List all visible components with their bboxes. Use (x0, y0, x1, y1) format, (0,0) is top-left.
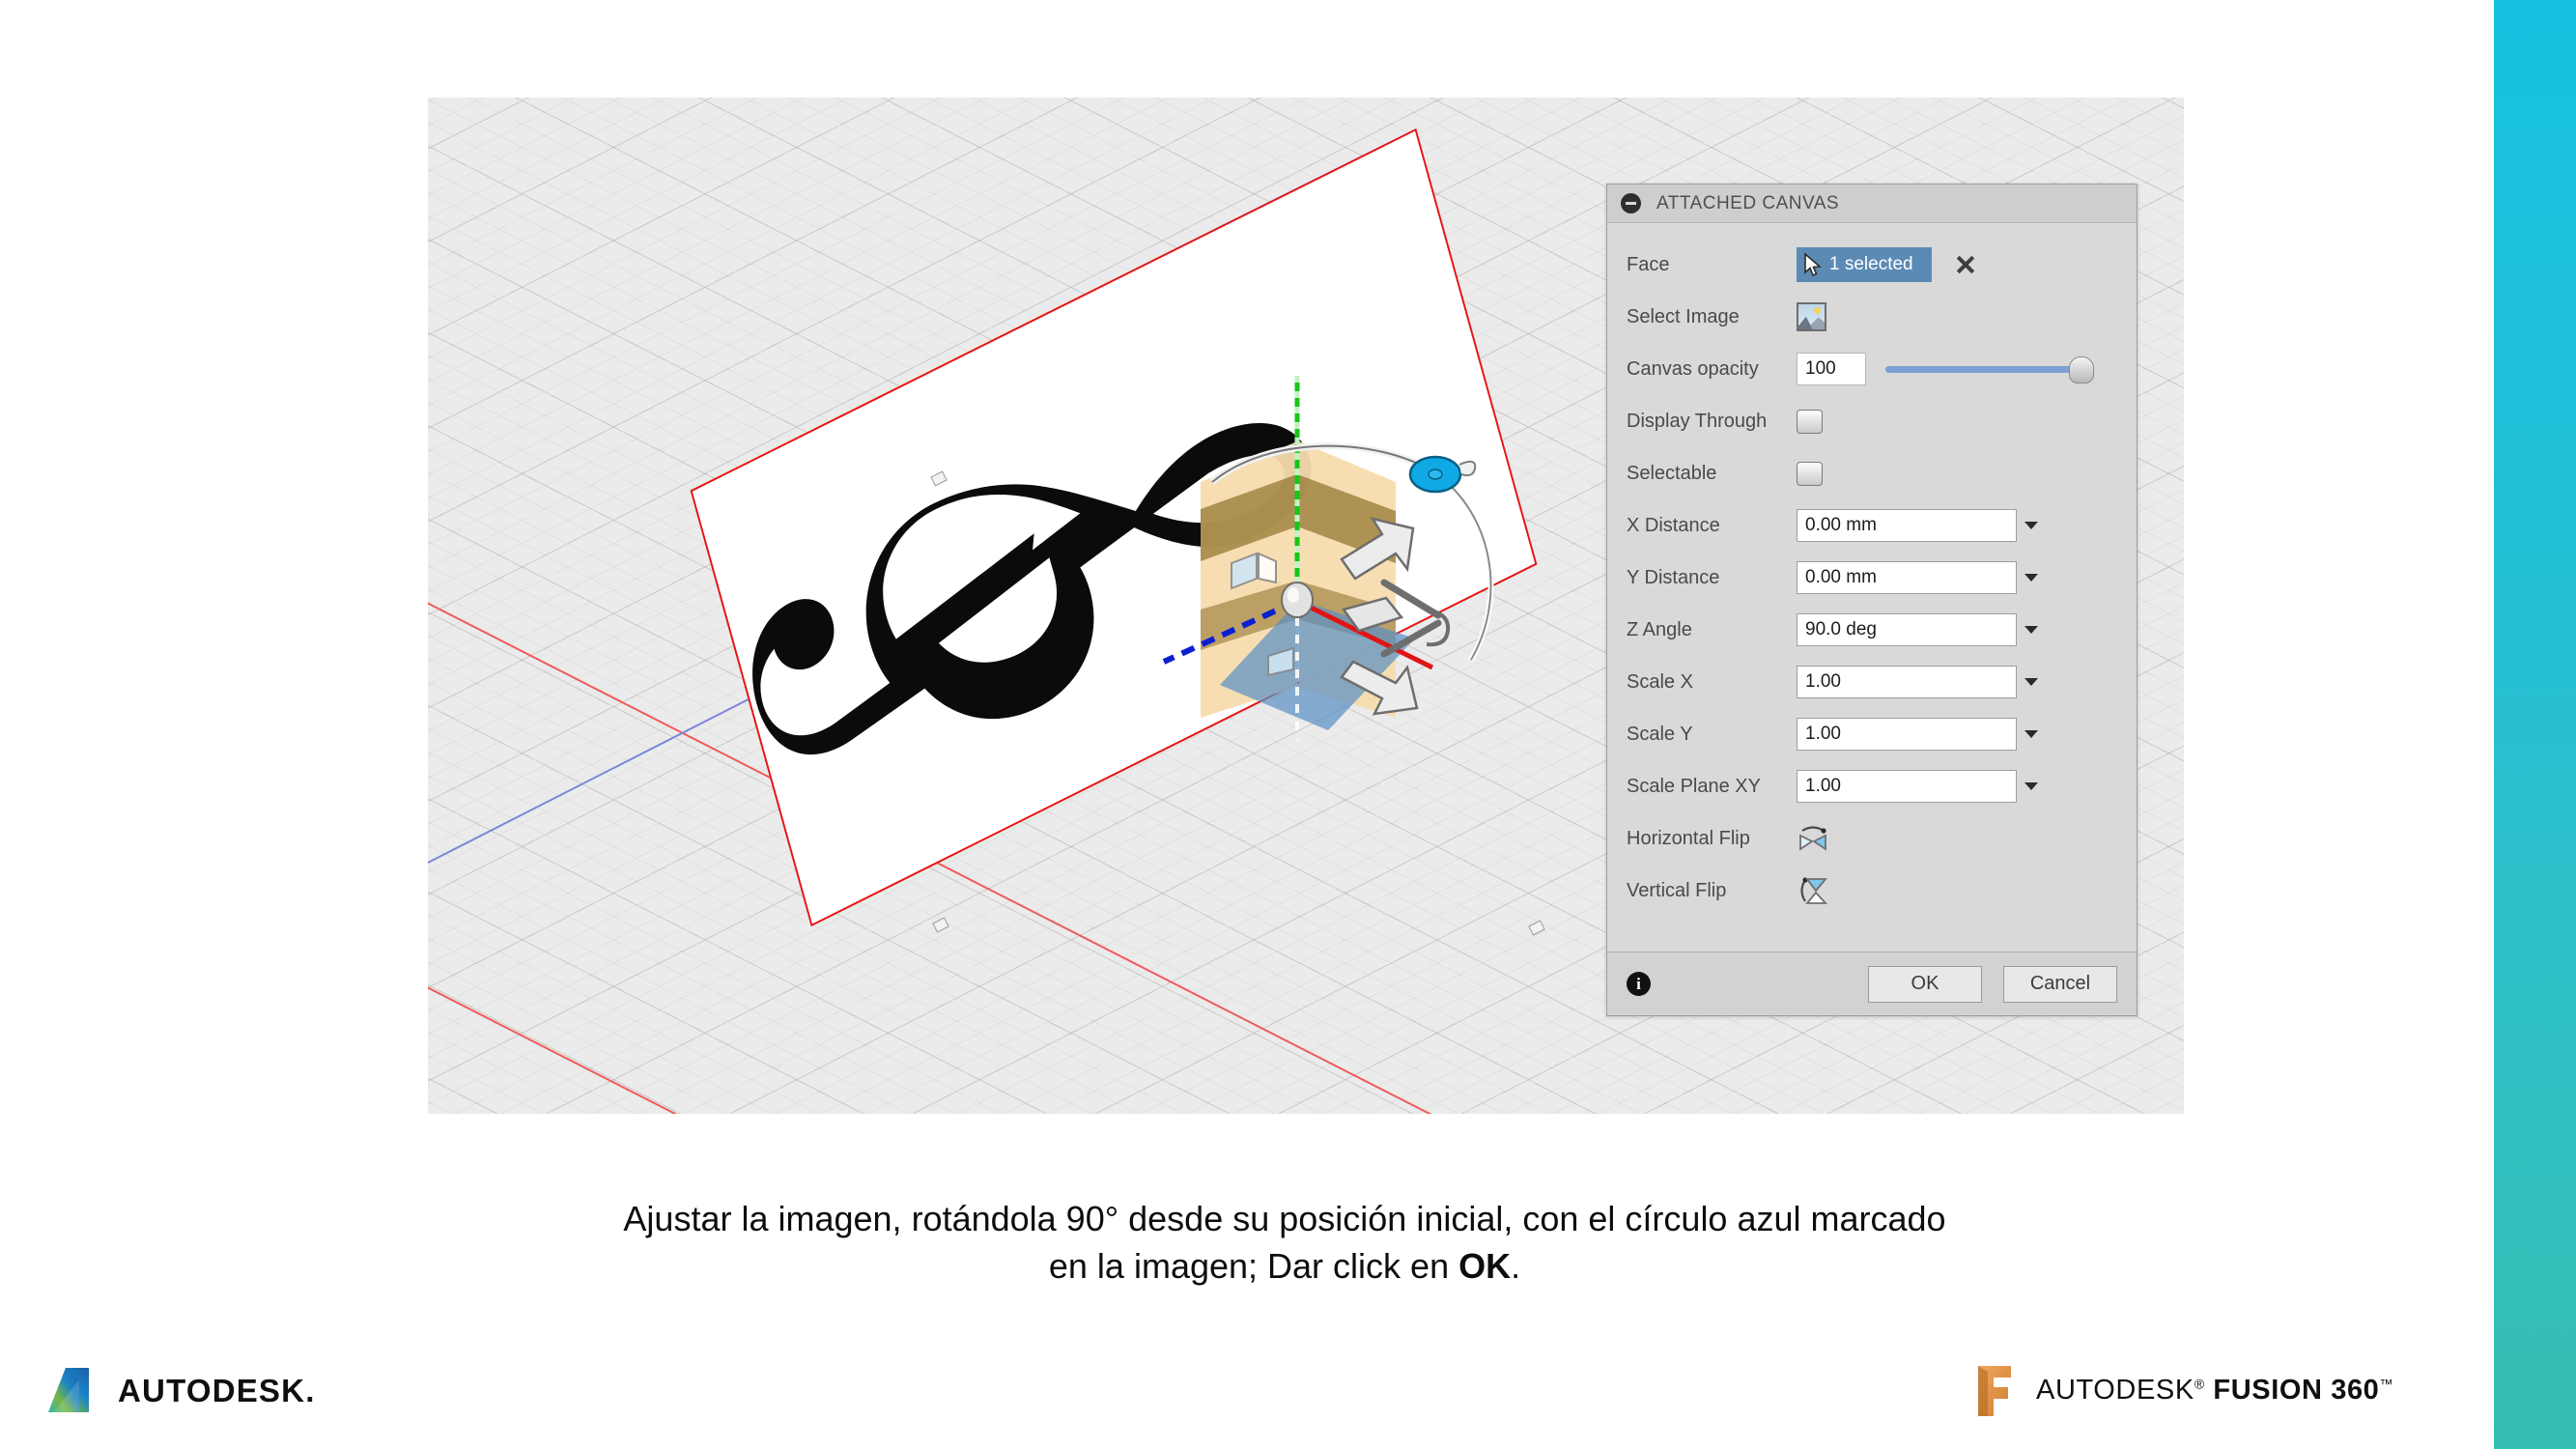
vertical-flip-icon[interactable] (1797, 875, 1829, 906)
label-y-distance: Y Distance (1627, 566, 1720, 588)
caption-line-2: en la imagen; Dar click en OK. (251, 1243, 2318, 1291)
label-face: Face (1627, 253, 1670, 275)
z-angle-chevron-down-icon[interactable] (2017, 626, 2046, 634)
y-distance-chevron-down-icon[interactable] (2017, 574, 2046, 582)
scale-x-chevron-down-icon[interactable] (2017, 678, 2046, 686)
slider-knob[interactable] (2069, 356, 2094, 384)
caption-line-2-pre: en la imagen; Dar click en (1048, 1245, 1459, 1286)
selectable-checkbox[interactable] (1797, 461, 1823, 486)
autodesk-wordmark: AUTODESK. (118, 1373, 316, 1408)
row-scale-plane-xy: Scale Plane XY 1.00 (1607, 760, 2137, 812)
collapse-minus-icon[interactable] (1621, 193, 1641, 213)
fusion-f-mark-icon (1978, 1366, 2011, 1416)
clear-x-icon[interactable] (1953, 252, 1978, 277)
dialog-body: Face 1 selected Select Image Canvas opac… (1607, 223, 2137, 935)
row-display-through: Display Through (1607, 395, 2137, 447)
canvas-opacity-slider[interactable] (1885, 355, 2094, 384)
image-thumbnail-icon[interactable] (1797, 302, 1826, 331)
dialog-footer: i OK Cancel (1607, 952, 2137, 1015)
y-distance-input[interactable]: 0.00 mm (1797, 561, 2017, 594)
rotate-handle-blue-circle (1408, 455, 1477, 494)
label-vertical-flip: Vertical Flip (1627, 879, 1727, 901)
label-display-through: Display Through (1627, 410, 1768, 432)
row-scale-x: Scale X 1.00 (1607, 656, 2137, 708)
face-selection-label: 1 selected (1829, 254, 1913, 274)
cancel-button[interactable]: Cancel (2003, 965, 2117, 1003)
autodesk-a-mark-icon (48, 1368, 89, 1412)
label-canvas-opacity: Canvas opacity (1627, 357, 1759, 380)
label-x-distance: X Distance (1627, 514, 1720, 536)
ok-button[interactable]: OK (1868, 965, 1982, 1003)
z-angle-input[interactable]: 90.0 deg (1797, 613, 2017, 646)
mouse-pointer-icon (1804, 252, 1822, 277)
row-horizontal-flip: Horizontal Flip (1607, 812, 2137, 865)
row-selectable: Selectable (1607, 447, 2137, 499)
caption-ok-emphasis: OK (1458, 1245, 1512, 1286)
right-accent-bar (2494, 0, 2576, 1449)
slide-caption: Ajustar la imagen, rotándola 90° desde s… (251, 1196, 2318, 1291)
label-z-angle: Z Angle (1627, 618, 1692, 640)
label-select-image: Select Image (1627, 305, 1740, 327)
row-x-distance: X Distance 0.00 mm (1607, 499, 2137, 552)
scale-y-input[interactable]: 1.00 (1797, 718, 2017, 751)
row-vertical-flip: Vertical Flip (1607, 865, 2137, 917)
autodesk-logo: AUTODESK. (46, 1364, 316, 1418)
display-through-checkbox[interactable] (1797, 409, 1823, 434)
row-scale-y: Scale Y 1.00 (1607, 708, 2137, 760)
scale-plane-xy-input[interactable]: 1.00 (1797, 770, 2017, 803)
label-scale-x: Scale X (1627, 670, 1693, 693)
face-selection-button[interactable]: 1 selected (1797, 247, 1932, 282)
row-select-image: Select Image (1607, 291, 2137, 343)
label-horizontal-flip: Horizontal Flip (1627, 827, 1750, 849)
dialog-title-bar: ATTACHED CANVAS (1607, 185, 2137, 223)
row-canvas-opacity: Canvas opacity 100 (1607, 343, 2137, 395)
row-face: Face 1 selected (1607, 239, 2137, 291)
row-z-angle: Z Angle 90.0 deg (1607, 604, 2137, 656)
caption-line-2-post: . (1511, 1245, 1521, 1286)
fusion-wordmark: AUTODESK® FUSION 360™ (2036, 1374, 2394, 1406)
manipulator-origin (1281, 582, 1314, 618)
fusion-360-logo: AUTODESK® FUSION 360™ (1972, 1360, 2393, 1420)
horizontal-flip-icon[interactable] (1797, 823, 1829, 854)
canvas-transform-manipulator[interactable] (1152, 320, 1587, 803)
label-scale-y: Scale Y (1627, 723, 1693, 745)
caption-line-1: Ajustar la imagen, rotándola 90° desde s… (623, 1199, 1946, 1238)
x-distance-chevron-down-icon[interactable] (2017, 522, 2046, 529)
label-scale-plane-xy: Scale Plane XY (1627, 775, 1761, 797)
x-distance-input[interactable]: 0.00 mm (1797, 509, 2017, 542)
label-selectable: Selectable (1627, 462, 1717, 484)
canvas-opacity-input[interactable]: 100 (1797, 353, 1866, 385)
attached-canvas-dialog[interactable]: ATTACHED CANVAS Face 1 selected Select I… (1606, 184, 2137, 1016)
info-icon[interactable]: i (1627, 972, 1651, 996)
scale-y-chevron-down-icon[interactable] (2017, 730, 2046, 738)
row-y-distance: Y Distance 0.00 mm (1607, 552, 2137, 604)
scale-x-input[interactable]: 1.00 (1797, 666, 2017, 698)
scale-plane-xy-chevron-down-icon[interactable] (2017, 782, 2046, 790)
dialog-title-text: ATTACHED CANVAS (1656, 192, 1840, 213)
